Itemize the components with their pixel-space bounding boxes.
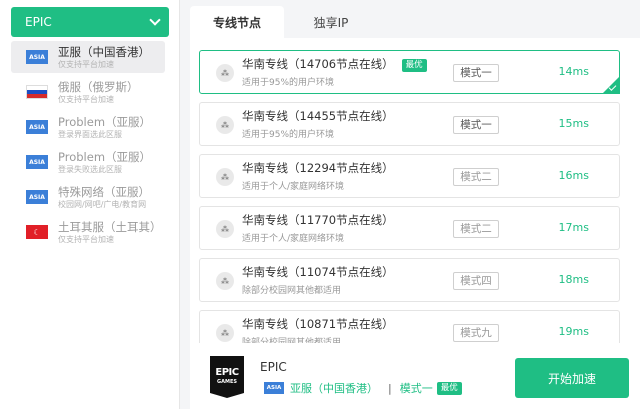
node-network-icon: ⁂ [216,64,234,82]
region-item-hk[interactable]: ASIA 亚服（中国香港） 仅支持平台加速 [11,41,165,73]
russia-flag-icon [26,85,48,99]
node-title: 华南专线（14455节点在线） [242,109,394,123]
current-selection: ASIA 亚服（中国香港） | 模式一 最优 [264,380,462,396]
mode-button[interactable]: 模式一 [453,116,499,134]
node-item[interactable]: ⁂ 华南专线（14455节点在线） 适用于95%的用户环境 模式一 15ms [199,102,620,146]
node-network-icon: ⁂ [216,324,234,342]
node-item[interactable]: ⁂ 华南专线（11770节点在线） 适用于个人/家庭网络环境 模式二 17ms [199,206,620,250]
region-sub: 仅支持平台加速 [58,59,114,69]
node-network-icon: ⁂ [216,168,234,186]
node-sub: 除部分校园网其他都适用 [242,286,342,296]
node-list: ⁂ 华南专线（14706节点在线） 最优 适用于95%的用户环境 模式一 14ms… [190,38,640,343]
region-sub: 校园网/网吧/广电/教育网 [58,199,147,209]
tab-exclusive-ip[interactable]: 独享IP [284,6,378,38]
mode-button[interactable]: 模式二 [453,220,499,238]
region-name: Problem（亚服） [58,114,152,129]
node-title: 华南专线（12294节点在线） [242,161,394,175]
region-sub: 仅支持平台加速 [58,94,114,104]
separator: | [388,381,392,395]
node-item[interactable]: ⁂ 华南专线（11074节点在线） 除部分校园网其他都适用 模式四 18ms [199,258,620,302]
node-item[interactable]: ⁂ 华南专线（14706节点在线） 最优 适用于95%的用户环境 模式一 14ms [199,50,620,94]
node-title: 华南专线（10871节点在线） [242,317,394,331]
current-mode: 模式一 [399,382,433,395]
node-item[interactable]: ⁂ 华南专线（12294节点在线） 适用于个人/家庭网络环境 模式二 16ms [199,154,620,198]
node-title: 华南专线（14706节点在线） [242,57,394,71]
asia-flag-icon: ASIA [26,50,48,64]
turkey-flag-icon: ☾ [26,225,48,239]
best-badge: 最优 [401,59,427,72]
game-name: EPIC [260,360,287,374]
asia-flag-icon: ASIA [26,120,48,134]
epic-games-logo: EPIC GAMES [210,356,244,398]
region-sub: 登录失败选此区服 [58,164,122,174]
asia-flag-icon: ASIA [26,190,48,204]
node-sub: 适用于95%的用户环境 [242,130,335,140]
region-sub: 登录界面选此区服 [58,129,122,139]
asia-flag-icon: ASIA [264,382,284,394]
node-network-icon: ⁂ [216,116,234,134]
node-title: 华南专线（11074节点在线） [242,265,394,279]
node-sub: 除部分校园网其他都适用 [242,338,342,343]
region-panel: EPIC ASIA 亚服（中国香港） 仅支持平台加速 俄服（俄罗斯） 仅支持平台… [0,0,180,409]
region-name: 亚服（中国香港） [58,44,150,59]
node-network-icon: ⁂ [216,220,234,238]
region-item-ru[interactable]: 俄服（俄罗斯） 仅支持平台加速 [11,76,165,108]
node-title: 华南专线（11770节点在线） [242,213,394,227]
logo-text: EPIC [215,367,239,378]
mode-button[interactable]: 模式四 [453,272,499,290]
node-latency: 19ms [558,325,589,338]
node-latency: 18ms [558,273,589,286]
chevron-down-icon [149,14,161,26]
region-item-problem-1[interactable]: ASIA Problem（亚服） 登录界面选此区服 [11,111,165,143]
region-name: 俄服（俄罗斯） [58,79,139,94]
region-name: 特殊网络（亚服） [58,184,150,199]
node-tabs: 专线节点 独享IP [190,6,378,38]
node-item[interactable]: ⁂ 华南专线（10871节点在线） 除部分校园网其他都适用 模式九 19ms [199,310,620,343]
node-sub: 适用于95%的用户环境 [242,78,335,88]
game-select-label: EPIC [25,15,52,29]
bottom-bar: EPIC GAMES EPIC ASIA 亚服（中国香港） | 模式一 最优 开… [190,343,640,409]
best-badge: 最优 [436,381,462,395]
region-item-problem-2[interactable]: ASIA Problem（亚服） 登录失败选此区服 [11,146,165,178]
node-sub: 适用于个人/家庭网络环境 [242,182,345,192]
region-sub: 仅支持平台加速 [58,234,114,244]
region-name: 土耳其服（土耳其） [58,219,162,234]
region-item-special-network[interactable]: ASIA 特殊网络（亚服） 校园网/网吧/广电/教育网 [11,181,165,213]
mode-button[interactable]: 模式二 [453,168,499,186]
node-sub: 适用于个人/家庭网络环境 [242,234,345,244]
asia-flag-icon: ASIA [26,155,48,169]
mode-button[interactable]: 模式九 [453,324,499,342]
tab-dedicated-nodes[interactable]: 专线节点 [190,6,284,38]
node-latency: 15ms [558,117,589,130]
current-region: 亚服（中国香港） [290,382,378,395]
node-latency: 16ms [558,169,589,182]
region-name: Problem（亚服） [58,149,152,164]
node-title-wrap: 华南专线（14706节点在线） 最优 [242,56,427,72]
node-latency: 14ms [558,65,589,78]
start-accelerate-button[interactable]: 开始加速 [515,358,629,398]
region-item-turkey[interactable]: ☾ 土耳其服（土耳其） 仅支持平台加速 [11,216,165,248]
logo-sub: GAMES [217,379,237,385]
mode-button[interactable]: 模式一 [453,64,499,82]
game-select-dropdown[interactable]: EPIC [11,7,169,37]
node-latency: 17ms [558,221,589,234]
node-network-icon: ⁂ [216,272,234,290]
